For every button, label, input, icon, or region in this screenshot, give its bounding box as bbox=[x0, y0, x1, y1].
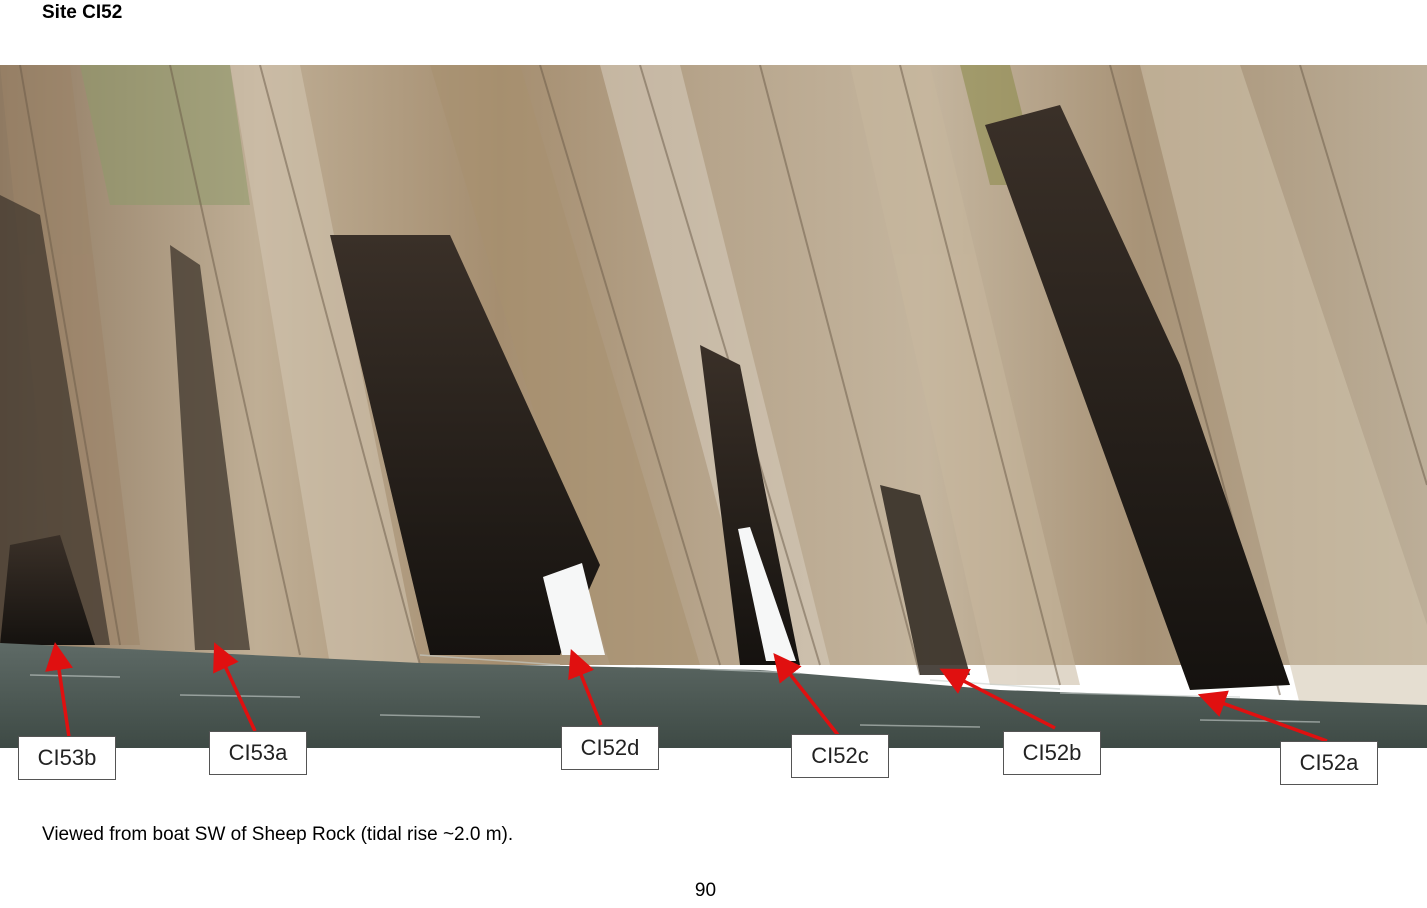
label-ci53b: CI53b bbox=[18, 736, 116, 780]
cliff-photograph bbox=[0, 65, 1427, 748]
photo-caption: Viewed from boat SW of Sheep Rock (tidal… bbox=[42, 824, 514, 845]
label-ci52d: CI52d bbox=[561, 726, 659, 770]
label-ci52a: CI52a bbox=[1280, 741, 1378, 785]
label-ci53a: CI53a bbox=[209, 731, 307, 775]
label-ci52c: CI52c bbox=[791, 734, 889, 778]
site-title: Site CI52 bbox=[42, 2, 123, 23]
page-number: 90 bbox=[694, 880, 717, 901]
label-ci52b: CI52b bbox=[1003, 731, 1101, 775]
